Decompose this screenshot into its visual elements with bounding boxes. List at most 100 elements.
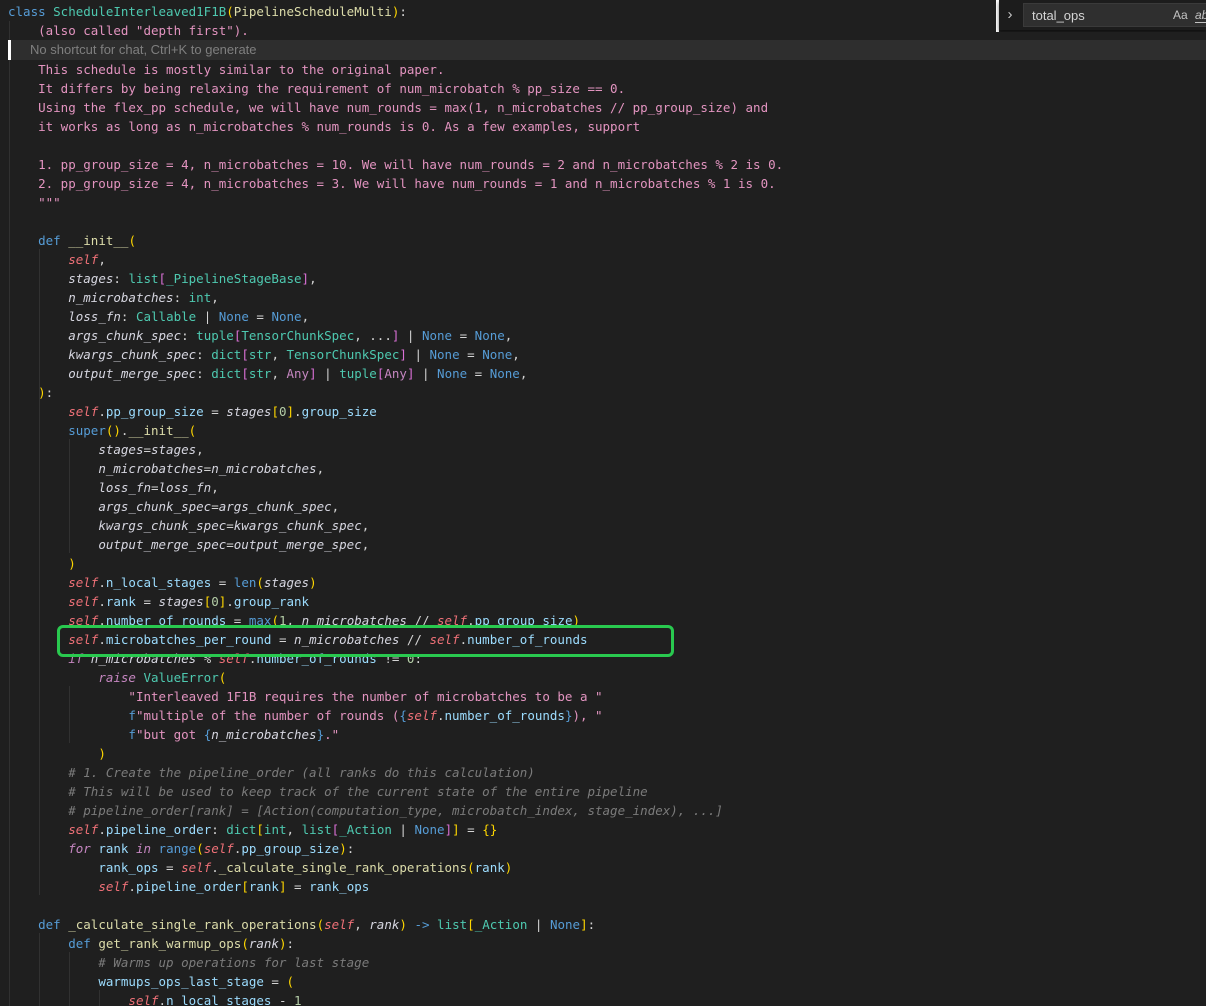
code-token: # This will be used to keep track of the… [8,784,648,799]
code-line[interactable]: self.n_local_stages = len(stages) [8,573,1206,592]
code-token: f [128,727,136,742]
code-token: args_chunk_spec [98,499,211,514]
code-token: . [98,594,106,609]
code-token: None [475,328,505,343]
match-case-icon[interactable]: Aa [1173,8,1188,22]
code-token: None [550,917,580,932]
code-token: group_size [302,404,377,419]
code-token: . [460,632,468,647]
code-line[interactable]: ): [8,383,1206,402]
code-token: n_microbatches [302,613,407,628]
toggle-replace-chevron-icon[interactable]: › [1002,2,1018,28]
code-line[interactable]: 1. pp_group_size = 4, n_microbatches = 1… [8,155,1206,174]
code-line[interactable]: # This will be used to keep track of the… [8,782,1206,801]
code-line[interactable]: f"multiple of the number of rounds ({sel… [8,706,1206,725]
code-token [8,328,68,343]
code-line[interactable]: """ [8,193,1206,212]
code-line[interactable]: self.pipeline_order[rank] = rank_ops [8,877,1206,896]
code-line[interactable]: output_merge_spec=output_merge_spec, [8,535,1206,554]
code-line[interactable]: self.pp_group_size = stages[0].group_siz… [8,402,1206,421]
code-token [8,499,98,514]
code-area[interactable]: class ScheduleInterleaved1F1B(PipelineSc… [0,0,1206,1006]
code-line[interactable]: f"but got {n_microbatches}." [8,725,1206,744]
code-line[interactable]: self.number_of_rounds = max(1, n_microba… [8,611,1206,630]
code-token: rank_ops [98,860,158,875]
code-token: = [460,347,483,362]
code-line[interactable]: self.rank = stages[0].group_rank [8,592,1206,611]
code-line[interactable] [8,212,1206,231]
code-token: ( [219,670,227,685]
code-token: in [128,841,158,856]
code-token [8,708,128,723]
code-token: super [68,423,106,438]
code-line[interactable]: warmups_ops_last_stage = ( [8,972,1206,991]
code-token: Callable [136,309,196,324]
whole-word-icon[interactable]: ab [1195,8,1206,23]
code-line[interactable]: self.pipeline_order: dict[int, list[_Act… [8,820,1206,839]
code-line[interactable]: # Warms up operations for last stage [8,953,1206,972]
code-line[interactable]: ) [8,744,1206,763]
code-line[interactable]: It differs by being relaxing the require… [8,79,1206,98]
code-line[interactable]: ) [8,554,1206,573]
code-token: = [226,518,234,533]
code-line[interactable]: 2. pp_group_size = 4, n_microbatches = 3… [8,174,1206,193]
code-token: loss_fn [68,309,121,324]
code-line[interactable]: output_merge_spec: dict[str, Any] | tupl… [8,364,1206,383]
code-token: , [271,366,286,381]
code-token: n_microbatches [294,632,399,647]
code-line[interactable]: loss_fn: Callable | None = None, [8,307,1206,326]
code-line[interactable]: This schedule is mostly similar to the o… [8,60,1206,79]
code-line[interactable]: stages: list[_PipelineStageBase], [8,269,1206,288]
code-token: loss_fn [159,480,212,495]
code-line[interactable]: if n_microbatches % self.number_of_round… [8,649,1206,668]
code-token: [ [256,822,264,837]
code-line[interactable]: # pipeline_order[rank] = [Action(computa… [8,801,1206,820]
code-token [8,575,68,590]
code-token: ( [286,974,294,989]
code-token: . [128,879,136,894]
code-token: ) [573,613,581,628]
code-line[interactable]: self, [8,250,1206,269]
code-line[interactable]: args_chunk_spec: tuple[TensorChunkSpec, … [8,326,1206,345]
code-line[interactable]: args_chunk_spec=args_chunk_spec, [8,497,1206,516]
code-token: . [159,993,167,1006]
code-token: stages [98,442,143,457]
code-token: stages [68,271,113,286]
code-token: . [226,594,234,609]
code-line[interactable]: def _calculate_single_rank_operations(se… [8,915,1206,934]
code-line[interactable]: kwargs_chunk_spec: dict[str, TensorChunk… [8,345,1206,364]
code-line[interactable]: def __init__( [8,231,1206,250]
code-line[interactable]: loss_fn=loss_fn, [8,478,1206,497]
code-line[interactable]: self.microbatches_per_round = n_microbat… [8,630,1206,649]
code-line[interactable] [8,136,1206,155]
code-token: self [407,708,437,723]
code-line[interactable] [8,896,1206,915]
code-line[interactable]: Using the flex_pp schedule, we will have… [8,98,1206,117]
code-token: TensorChunkSpec [241,328,354,343]
code-token [8,461,98,476]
code-line[interactable]: for rank in range(self.pp_group_size): [8,839,1206,858]
code-token: = [452,328,475,343]
code-line[interactable]: it works as long as n_microbatches % num… [8,117,1206,136]
code-line[interactable]: n_microbatches: int, [8,288,1206,307]
code-line[interactable]: stages=stages, [8,440,1206,459]
code-line[interactable]: # 1. Create the pipeline_order (all rank… [8,763,1206,782]
code-token [8,290,68,305]
code-token: != [377,651,407,666]
code-token [8,518,98,533]
code-line[interactable]: rank_ops = self._calculate_single_rank_o… [8,858,1206,877]
code-line[interactable]: super().__init__( [8,421,1206,440]
code-token: 2. pp_group_size = 4, n_microbatches = 3… [8,176,776,191]
code-line[interactable]: "Interleaved 1F1B requires the number of… [8,687,1206,706]
code-line[interactable]: kwargs_chunk_spec=kwargs_chunk_spec, [8,516,1206,535]
code-line[interactable]: def get_rank_warmup_ops(rank): [8,934,1206,953]
code-line[interactable]: raise ValueError( [8,668,1206,687]
code-line[interactable]: n_microbatches=n_microbatches, [8,459,1206,478]
code-line[interactable]: self.n_local_stages - 1 [8,991,1206,1006]
code-token: : [414,651,422,666]
code-token [8,822,68,837]
code-token: Any [287,366,310,381]
code-token: args_chunk_spec [68,328,181,343]
code-token: n_microbatches [211,727,316,742]
code-token: "but got [136,727,204,742]
